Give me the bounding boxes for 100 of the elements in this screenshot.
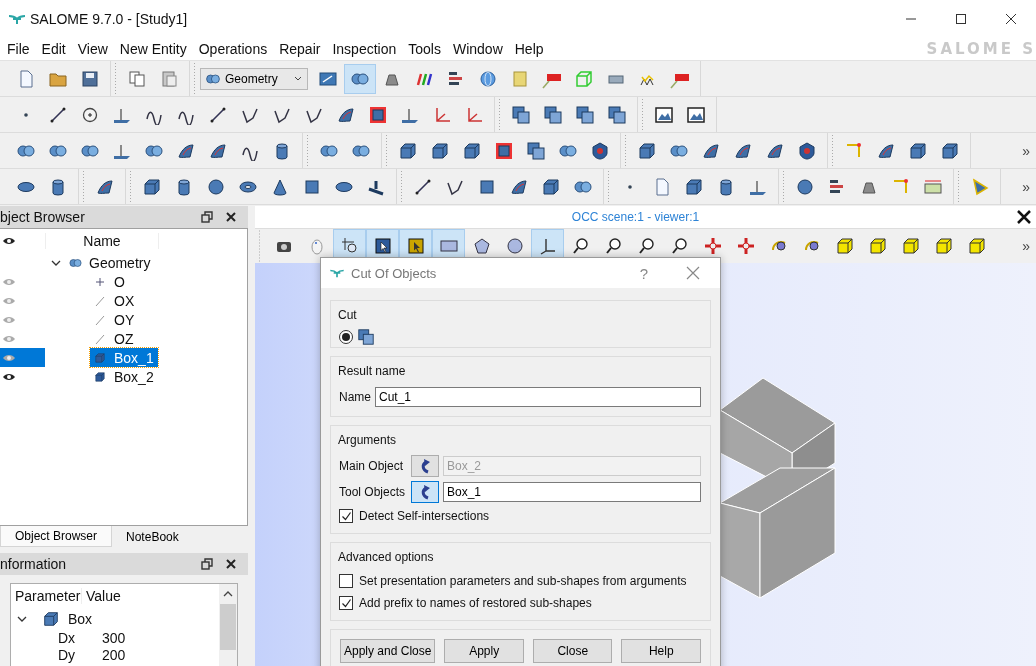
overflow-button[interactable]: » bbox=[1022, 142, 1030, 159]
cube-icon bbox=[834, 236, 855, 256]
point-icon bbox=[94, 275, 106, 288]
shield-icon bbox=[797, 140, 817, 161]
overflow-button[interactable]: » bbox=[1022, 238, 1030, 254]
wireframe-cube-icon bbox=[574, 68, 594, 89]
menu-item[interactable]: Help bbox=[514, 41, 556, 57]
help-button[interactable]: ? bbox=[639, 264, 648, 282]
zoom-area-icon bbox=[339, 236, 360, 256]
close-icon bbox=[224, 210, 238, 224]
radio-button[interactable] bbox=[339, 330, 353, 344]
table-cell: 200 bbox=[102, 646, 126, 663]
menu-item[interactable]: Operations bbox=[198, 41, 280, 57]
cube-icon bbox=[908, 140, 928, 161]
column-header: Value bbox=[85, 588, 121, 604]
cube-icon bbox=[94, 370, 106, 383]
cursor-icon bbox=[372, 236, 393, 256]
move-arrows-icon bbox=[735, 236, 756, 256]
dialog-button[interactable]: Apply bbox=[444, 639, 524, 663]
magnifier-icon bbox=[636, 236, 657, 256]
name-field[interactable]: Cut_1 bbox=[375, 387, 701, 407]
globe-icon bbox=[478, 68, 498, 89]
checkbox[interactable] bbox=[339, 509, 353, 523]
menu-item[interactable]: File bbox=[7, 41, 42, 57]
overlapping-squares-icon bbox=[526, 140, 546, 161]
dialog-button[interactable]: Help bbox=[621, 639, 701, 663]
tree-item[interactable]: Box_2 bbox=[90, 367, 158, 386]
framed-square-icon bbox=[494, 140, 514, 161]
cube-icon bbox=[900, 236, 921, 256]
scrollbar[interactable] bbox=[219, 584, 237, 666]
overlapping-squares-icon bbox=[607, 104, 627, 125]
sphere-icon bbox=[206, 176, 226, 197]
menu-item[interactable]: Inspection bbox=[332, 41, 409, 57]
line-icon bbox=[94, 294, 106, 307]
point-icon bbox=[24, 112, 28, 117]
dialog-button[interactable]: Apply and Close bbox=[340, 639, 436, 663]
point-icon bbox=[628, 184, 632, 189]
table-cell-text: Dy bbox=[57, 646, 77, 663]
dialog-title: Cut Of Objects bbox=[351, 265, 438, 281]
checkbox[interactable] bbox=[339, 596, 353, 610]
note-icon bbox=[510, 68, 530, 89]
column-header: Parameter bbox=[11, 588, 82, 604]
tree-item[interactable]: Box_1 bbox=[90, 348, 158, 367]
overlapping-squares-icon bbox=[511, 104, 531, 125]
close-icon bbox=[686, 266, 700, 280]
menu-item[interactable]: View bbox=[77, 41, 120, 57]
tab[interactable]: Object Browser bbox=[0, 526, 113, 547]
close-icon bbox=[1016, 209, 1032, 225]
sphere-icon bbox=[795, 176, 815, 197]
line-icon bbox=[94, 313, 106, 326]
overlapping-squares-icon bbox=[543, 104, 563, 125]
menu-item[interactable]: New Entity bbox=[119, 41, 199, 57]
cube-icon bbox=[940, 140, 960, 161]
table-cell: 300 bbox=[102, 629, 126, 646]
field-label: Tool Objects bbox=[339, 485, 407, 499]
field-label: Name bbox=[339, 390, 371, 404]
checkbox[interactable] bbox=[339, 574, 353, 588]
tree-item[interactable]: OY bbox=[90, 310, 139, 329]
overlapping-squares-icon bbox=[357, 328, 375, 346]
dialog-button[interactable]: Close bbox=[532, 639, 613, 663]
menu-item[interactable]: Repair bbox=[279, 41, 333, 57]
checkbox-label: Add prefix to names of restored sub-shapes bbox=[359, 596, 592, 610]
clipboard-icon bbox=[159, 68, 179, 89]
overlapping-squares-icon bbox=[575, 104, 595, 125]
tree-item[interactable]: OX bbox=[90, 291, 139, 310]
undock-icon bbox=[200, 557, 214, 571]
image-icon bbox=[686, 104, 706, 125]
panel-title: nformation bbox=[0, 556, 68, 572]
tree-item[interactable]: O bbox=[90, 272, 129, 291]
cursor-icon bbox=[405, 236, 426, 256]
line-icon bbox=[94, 332, 106, 345]
cube-icon bbox=[398, 140, 418, 161]
undock-icon bbox=[200, 210, 214, 224]
cube-icon bbox=[430, 140, 450, 161]
chevron-icon bbox=[223, 590, 233, 598]
table-cell-text: Dx bbox=[57, 629, 77, 646]
image-icon bbox=[654, 104, 674, 125]
cube-icon bbox=[684, 176, 704, 197]
shield-icon bbox=[590, 140, 610, 161]
menu-item[interactable]: Window bbox=[452, 41, 515, 57]
app-logo-icon bbox=[8, 13, 26, 25]
cube-icon bbox=[966, 236, 987, 256]
module-dropdown[interactable]: Geometry bbox=[200, 67, 308, 90]
menu-item[interactable]: Tools bbox=[408, 41, 453, 57]
tree-item[interactable]: Geometry bbox=[89, 254, 151, 271]
table-cell: Box bbox=[68, 610, 93, 627]
close-icon bbox=[224, 557, 238, 571]
framed-square-icon bbox=[368, 104, 388, 125]
select-button[interactable] bbox=[411, 481, 439, 503]
menu-item[interactable]: Edit bbox=[41, 41, 78, 57]
move-arrows-icon bbox=[702, 236, 723, 256]
object-field[interactable]: Box_1 bbox=[443, 482, 701, 502]
app-logo-icon bbox=[329, 268, 345, 278]
cube-icon bbox=[42, 609, 60, 628]
overflow-button[interactable]: » bbox=[1022, 178, 1030, 195]
eye-icon[interactable] bbox=[2, 371, 16, 382]
triangle-icon bbox=[970, 176, 990, 197]
circle-icon bbox=[504, 236, 525, 256]
cube-icon bbox=[637, 140, 657, 161]
tree-item[interactable]: OZ bbox=[90, 329, 138, 348]
